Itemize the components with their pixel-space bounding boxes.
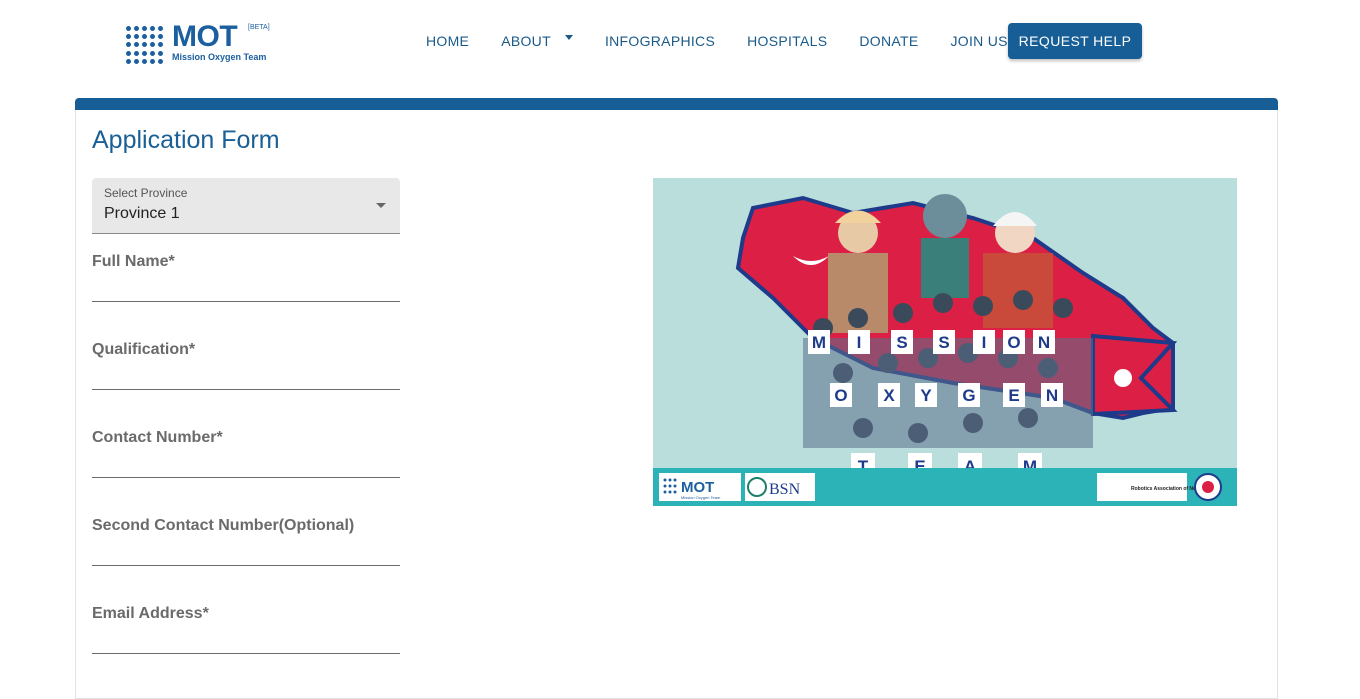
request-help-button[interactable]: REQUEST HELP bbox=[1008, 23, 1142, 59]
footer-robotics-text: Robotics Association of Nepal bbox=[1131, 486, 1204, 492]
full-name-field[interactable]: Full Name* bbox=[92, 245, 400, 302]
dropdown-arrow-icon bbox=[376, 203, 386, 208]
letter-o2: O bbox=[834, 386, 847, 405]
letter-n: N bbox=[1038, 333, 1050, 352]
province-select[interactable]: Select Province Province 1 bbox=[92, 178, 400, 234]
letter-i2: I bbox=[982, 333, 987, 352]
qualification-label: Qualification* bbox=[92, 341, 196, 358]
card-accent-bar bbox=[75, 98, 1278, 110]
banner-illustration: M I S S I O N O X Y G E N T E A M MOT Mi… bbox=[653, 178, 1237, 506]
province-select-value: Province 1 bbox=[104, 205, 180, 222]
footer-mot-sub: Mission Oxygen Team bbox=[681, 495, 721, 500]
email-address-field[interactable]: Email Address* bbox=[92, 597, 400, 654]
nav-hospitals[interactable]: HOSPITALS bbox=[731, 22, 843, 60]
nav-infographics[interactable]: INFOGRAPHICS bbox=[589, 22, 731, 60]
nav-donate[interactable]: DONATE bbox=[843, 22, 934, 60]
letter-n2: N bbox=[1046, 386, 1058, 405]
beta-badge: [BETA] bbox=[248, 24, 270, 31]
letter-g: G bbox=[962, 386, 975, 405]
logo-dots-icon bbox=[126, 26, 164, 64]
letter-i: I bbox=[857, 333, 862, 352]
nav-about-label: ABOUT bbox=[501, 33, 551, 49]
letter-s1: S bbox=[896, 333, 907, 352]
letter-o: O bbox=[1007, 333, 1020, 352]
letter-m: M bbox=[812, 333, 826, 352]
page-title: Application Form bbox=[92, 126, 280, 154]
application-card: Application Form Select Province Provinc… bbox=[75, 98, 1278, 699]
letter-x: X bbox=[883, 386, 895, 405]
second-contact-number-label: Second Contact Number(Optional) bbox=[92, 517, 355, 534]
logo-subtitle: Mission Oxygen Team bbox=[172, 52, 267, 62]
nav-home[interactable]: HOME bbox=[410, 22, 485, 60]
full-name-label: Full Name* bbox=[92, 253, 175, 270]
logo[interactable]: MOT [BETA] Mission Oxygen Team bbox=[126, 22, 276, 66]
letter-e: E bbox=[1008, 386, 1019, 405]
province-select-label: Select Province bbox=[104, 186, 188, 200]
nav-about[interactable]: ABOUT bbox=[485, 22, 589, 60]
letter-y: Y bbox=[920, 386, 932, 405]
second-contact-number-field[interactable]: Second Contact Number(Optional) bbox=[92, 509, 400, 566]
qualification-field[interactable]: Qualification* bbox=[92, 333, 400, 390]
caret-down-icon bbox=[564, 34, 573, 40]
main-nav: HOME ABOUT INFOGRAPHICS HOSPITALS DONATE… bbox=[410, 22, 1024, 60]
letter-s2: S bbox=[938, 333, 949, 352]
footer-bsn-text: BSN bbox=[769, 481, 801, 498]
footer-mot-text: MOT bbox=[681, 479, 714, 496]
email-address-label: Email Address* bbox=[92, 605, 209, 622]
mission-oxygen-team-banner: M I S S I O N O X Y G E N T E A M MOT Mi… bbox=[653, 178, 1237, 506]
contact-number-field[interactable]: Contact Number* bbox=[92, 421, 400, 478]
contact-number-label: Contact Number* bbox=[92, 429, 223, 446]
